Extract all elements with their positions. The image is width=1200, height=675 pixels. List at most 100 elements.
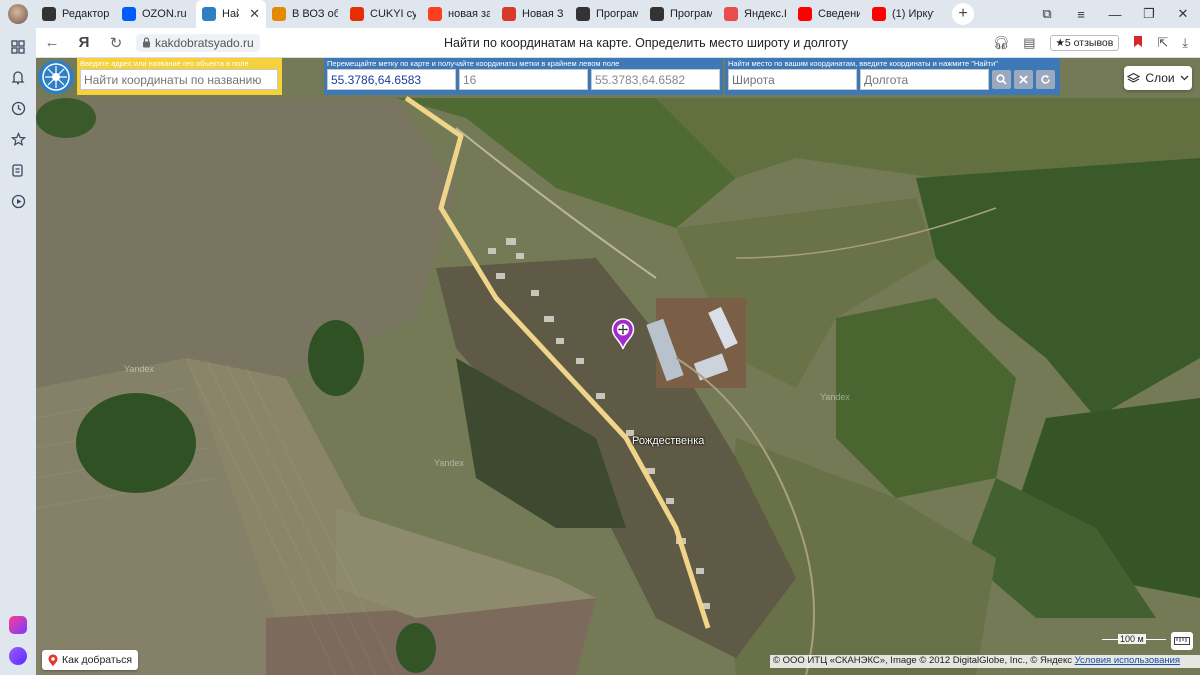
move-marker-hint: Перемещайте метку по карте и получайте к… [327,59,620,68]
history-clock-icon[interactable] [0,93,36,124]
browser-tab[interactable]: Найти ✕ [196,0,266,28]
browser-tab[interactable]: CUKYI cy [344,0,422,28]
reload-icon[interactable]: ↻ [100,34,132,52]
satellite-imagery [36,58,1200,675]
tab-label: Яндекс.К [744,8,786,20]
share-icon[interactable]: ⇱ [1157,35,1168,51]
ozon-icon [122,7,136,21]
browser-sidebar [0,28,36,675]
location-marker-icon[interactable] [611,318,635,355]
search-icon [996,74,1007,85]
apps-grid-icon[interactable] [0,31,36,62]
scale-label: 100 м [1118,634,1146,644]
plus-square-icon [42,7,56,21]
marker-coords-field[interactable] [327,69,456,90]
browser-tab[interactable]: OZON.ru [116,0,196,28]
satellite-map[interactable]: Рождественка Yandex Yandex Yandex [36,58,1200,675]
alice-assistant-icon[interactable] [0,640,36,671]
longitude-input[interactable] [860,69,989,90]
favorites-star-icon[interactable] [0,124,36,155]
browser-tab[interactable]: Програм [644,0,718,28]
window-controls: ⧉ ≡ — ❐ ✕ [1030,0,1200,28]
chevron-down-icon [1180,75,1189,81]
address-bar: ← Я ↻ kakdobratsyado.ru Найти по координ… [36,28,1200,58]
url-host: kakdobratsyado.ru [155,35,254,50]
route-button[interactable]: Как добраться [42,650,139,670]
layers-label: Слои [1145,71,1175,85]
bookmark-flag-icon[interactable] [1133,35,1143,51]
browser-tab[interactable]: Новая За [496,0,570,28]
search-by-name-panel: Введите адрес или название гео объекта в… [77,58,282,95]
browser-tab[interactable]: Яндекс.К [718,0,792,28]
copyright-text: © ООО ИТЦ «СКАНЭКС», Image © 2012 Digita… [773,655,1072,666]
map-watermark: Yandex [434,458,464,468]
latitude-input[interactable] [728,69,857,90]
browser-tab[interactable]: В ВОЗ об [266,0,344,28]
layers-icon [1127,72,1141,83]
map-pin-icon [48,654,58,666]
messenger-icon[interactable] [0,609,36,640]
headphones-icon[interactable]: 🎧︎ [993,35,1010,51]
refresh-icon [1041,75,1050,84]
play-circle-icon[interactable] [0,186,36,217]
browser-tab[interactable]: новая за [422,0,496,28]
menu-icon[interactable]: ≡ [1064,7,1098,22]
browser-tab[interactable]: Редактор [36,0,116,28]
browser-tab[interactable]: Програм [570,0,644,28]
minimize-icon[interactable]: — [1098,7,1132,22]
yandex-home-icon[interactable]: Я [68,34,100,51]
close-tab-icon[interactable]: ✕ [249,6,260,22]
back-arrow-icon[interactable]: ← [36,34,68,51]
flower-icon [724,7,738,21]
reset-button[interactable] [1036,70,1055,89]
find-button[interactable] [992,70,1011,89]
zoom-level-field[interactable] [459,69,588,90]
find-hint: Найти место по вашим координатам, введит… [728,59,998,68]
map-scale: 100 м [1102,634,1166,646]
profile-avatar[interactable] [0,0,36,28]
close-window-icon[interactable]: ✕ [1166,6,1200,22]
browser-tab[interactable]: (1) Иркут [866,0,940,28]
tab-label: (1) Иркут [892,8,934,20]
search-hint: Введите адрес или название гео объекта в… [80,59,249,68]
center-coords-field[interactable] [591,69,720,90]
tab-label: OZON.ru [142,8,187,20]
site-logo-icon[interactable] [38,60,74,94]
layers-button[interactable]: Слои [1124,66,1192,90]
aliexpress-icon [350,7,364,21]
marker-coords-panel: Перемещайте метку по карте и получайте к… [324,58,723,95]
page-title: Найти по координатам на карте. Определит… [444,35,848,50]
tab-label: Редактор [62,8,110,20]
village-label: Рождественка [632,435,705,447]
route-label: Как добраться [62,654,133,666]
youtube-icon [798,7,812,21]
yandex-icon [428,7,442,21]
tab-bar: Редактор OZON.ru Найти ✕ В ВОЗ об CUKYI cy нов… [0,0,1200,28]
close-icon [1019,75,1028,84]
tab-label: Програм [670,8,712,20]
download-icon[interactable]: ⤓ [1182,35,1188,51]
tab-label: Сведени [818,8,860,20]
reviews-badge[interactable]: ★5 отзывов [1049,35,1120,51]
map-copyright: © ООО ИТЦ «СКАНЭКС», Image © 2012 Digita… [770,655,1200,668]
tab-label: В ВОЗ об [292,8,338,20]
restore-icon[interactable]: ❐ [1132,6,1166,22]
tv-icon [650,7,664,21]
bell-icon[interactable] [0,62,36,93]
collections-icon[interactable] [0,155,36,186]
search-by-name-input[interactable] [80,69,278,90]
browser-tab[interactable]: Сведени [792,0,866,28]
new-tab-button[interactable]: + [952,3,974,25]
find-by-coords-panel: Найти место по вашим координатам, введит… [725,58,1060,95]
tab-label: CUKYI cy [370,8,416,20]
tab-label: Програм [596,8,638,20]
clear-button[interactable] [1014,70,1033,89]
terms-link[interactable]: Условия использования [1075,655,1180,666]
reader-mode-icon[interactable]: ▤ [1023,35,1035,51]
url-field[interactable]: kakdobratsyado.ru [136,33,260,52]
bookmarks-icon[interactable]: ⧉ [1030,6,1064,22]
ribbon-icon [272,7,286,21]
ruler-icon[interactable] [1171,632,1193,650]
site-logo-icon [202,7,216,21]
tab-label: Новая За [522,8,564,20]
